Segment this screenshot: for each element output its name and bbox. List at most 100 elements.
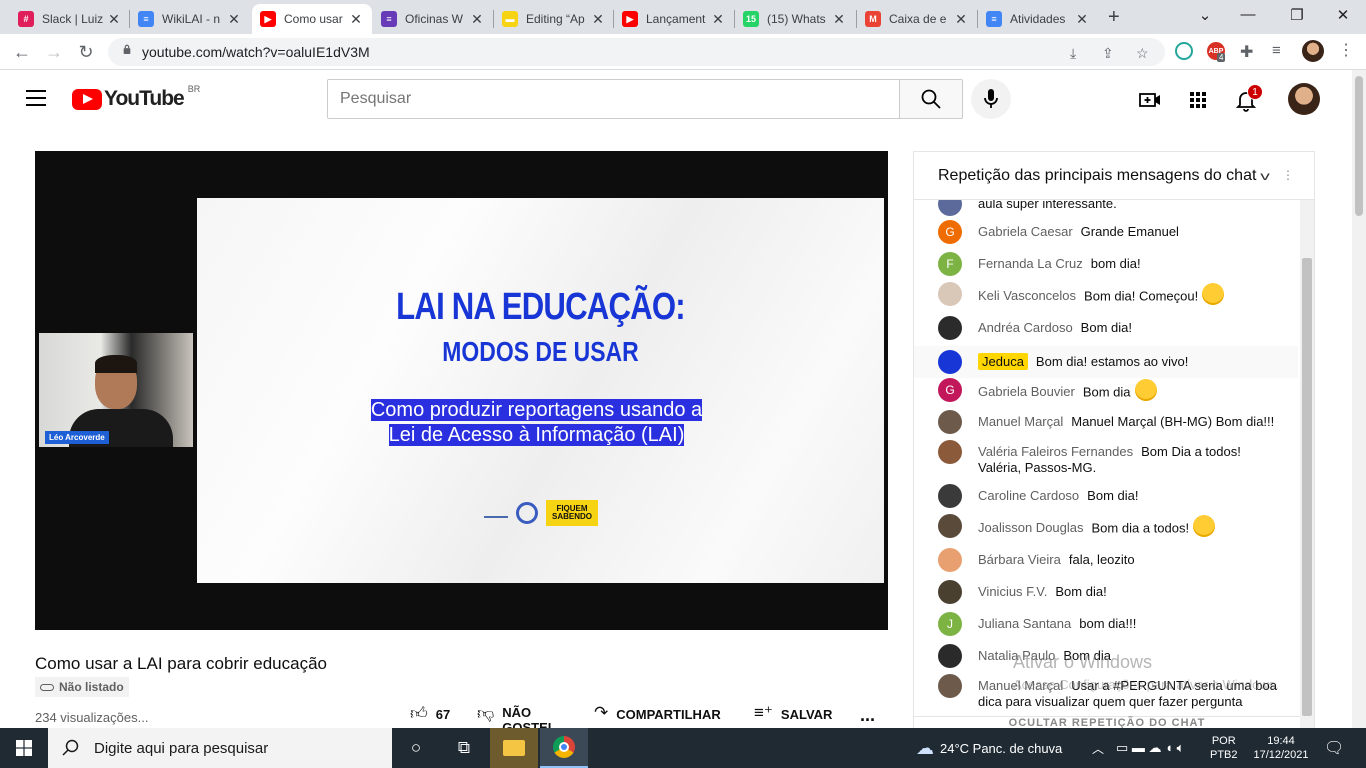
chat-message[interactable]: Vinicius F.V. Bom dia! — [914, 580, 1298, 604]
chat-author-name[interactable]: Valéria Faleiros Fernandes — [978, 444, 1133, 459]
chat-author-avatar[interactable] — [938, 580, 962, 604]
clock[interactable]: 19:44 17/12/2021 — [1250, 728, 1312, 768]
chat-message[interactable]: aula super interessante. — [914, 200, 1298, 216]
minimize-button[interactable]: — — [1233, 6, 1263, 23]
new-tab-button[interactable]: + — [1108, 6, 1120, 29]
chat-message[interactable]: Bárbara Vieira fala, leozito — [914, 548, 1298, 572]
chat-scrollbar-thumb[interactable] — [1302, 258, 1312, 716]
file-explorer-icon[interactable] — [490, 728, 538, 768]
create-video-icon[interactable] — [1138, 88, 1162, 112]
taskbar-search-box[interactable]: Digite aqui para pesquisar — [48, 728, 392, 768]
chat-message[interactable]: Valéria Faleiros Fernandes Bom Dia a todo… — [914, 440, 1298, 476]
tab-close-icon[interactable]: ✕ — [953, 11, 969, 28]
chat-author-name[interactable]: Manuel Marçal — [978, 414, 1063, 429]
page-scrollbar[interactable] — [1352, 70, 1366, 728]
input-language-indicator[interactable]: POR PTB2 — [1210, 728, 1238, 768]
video-player[interactable]: LAI NA EDUCAÇÃO: MODOS DE USAR Como prod… — [35, 151, 888, 630]
more-actions-button[interactable]: ... — [860, 705, 875, 726]
view-count[interactable]: 234 visualizações... — [35, 710, 148, 725]
chat-header-title[interactable]: Repetição das principais mensagens do ch… — [938, 167, 1256, 185]
extension-icon[interactable] — [1175, 42, 1193, 60]
media-control-icon[interactable]: ≡ — [1272, 42, 1281, 59]
browser-tab[interactable]: ≡ WikiLAI - n ✕ — [130, 4, 250, 34]
chat-message[interactable]: Caroline Cardoso Bom dia! — [914, 484, 1298, 508]
tab-close-icon[interactable]: ✕ — [710, 11, 726, 28]
page-scrollbar-thumb[interactable] — [1355, 76, 1363, 216]
chat-author-name[interactable]: Gabriela Bouvier — [978, 384, 1075, 399]
chat-header[interactable]: Repetição das principais mensagens do ch… — [914, 152, 1314, 200]
chat-author-name[interactable]: Andréa Cardoso — [978, 320, 1073, 335]
share-button[interactable]: ↷ COMPARTILHAR — [594, 703, 721, 725]
bookmark-star-icon[interactable]: ☆ — [1136, 45, 1149, 62]
chat-author-name[interactable]: Bárbara Vieira — [978, 552, 1061, 567]
share-icon[interactable]: ⇪ — [1102, 45, 1114, 62]
browser-tab[interactable]: # Slack | Luiz ✕ — [10, 4, 130, 34]
tab-close-icon[interactable]: ✕ — [106, 11, 122, 28]
chat-message[interactable]: F Fernanda La Cruz bom dia! — [914, 252, 1298, 276]
chat-author-name[interactable]: Gabriela Caesar — [978, 224, 1073, 239]
show-hidden-icons-button[interactable]: ︿ — [1092, 728, 1104, 768]
tab-close-icon[interactable]: ✕ — [348, 11, 364, 28]
chevron-down-icon[interactable]: v — [1261, 169, 1271, 183]
task-view-icon[interactable]: ⧉ — [440, 728, 488, 768]
tab-close-icon[interactable]: ✕ — [831, 11, 847, 28]
chat-author-name[interactable]: Vinicius F.V. — [978, 584, 1047, 599]
menu-icon[interactable] — [26, 90, 46, 106]
lock-icon[interactable] — [122, 44, 132, 54]
save-button[interactable]: ≡⁺ SALVAR — [754, 703, 832, 725]
chat-author-avatar[interactable] — [938, 316, 962, 340]
browser-tab[interactable]: ≡ Oficinas W ✕ — [373, 4, 493, 34]
tab-close-icon[interactable]: ✕ — [469, 11, 485, 28]
tab-close-icon[interactable]: ✕ — [590, 11, 606, 28]
chat-author-avatar[interactable] — [938, 514, 962, 538]
browser-tab[interactable]: ≡ Atividades ✕ — [978, 4, 1098, 34]
chat-author-avatar[interactable] — [938, 674, 962, 698]
chat-author-avatar[interactable]: F — [938, 252, 962, 276]
chrome-taskbar-icon[interactable] — [540, 728, 588, 768]
voice-search-button[interactable] — [971, 79, 1011, 119]
chat-author-avatar[interactable] — [938, 350, 962, 374]
chat-message[interactable]: Joalisson Douglas Bom dia a todos! — [914, 514, 1298, 540]
url-text[interactable]: youtube.com/watch?v=oaluIE1dV3M — [142, 44, 370, 60]
tab-search-icon[interactable]: ⌄ — [1190, 6, 1220, 24]
browser-tab[interactable]: ▬ Editing “Ap ✕ — [494, 4, 614, 34]
chat-scrollbar[interactable] — [1300, 200, 1314, 730]
chat-author-avatar[interactable]: G — [938, 378, 962, 402]
chat-author-avatar[interactable] — [938, 410, 962, 434]
chat-author-avatar[interactable] — [938, 440, 962, 464]
reload-button[interactable]: ↻ — [76, 42, 96, 63]
chat-message[interactable]: G Gabriela Bouvier Bom dia — [914, 378, 1298, 404]
chat-author-name[interactable]: Joalisson Douglas — [978, 520, 1084, 535]
forward-button[interactable]: → — [44, 42, 64, 63]
chat-author-avatar[interactable]: G — [938, 220, 962, 244]
chat-message[interactable]: Keli Vasconcelos Bom dia! Começou! — [914, 282, 1298, 308]
cortana-icon[interactable]: ○ — [392, 728, 440, 768]
profile-avatar[interactable] — [1302, 40, 1324, 62]
close-window-button[interactable]: ✕ — [1328, 6, 1358, 24]
chat-more-icon[interactable]: ⋮ — [1282, 168, 1294, 182]
address-bar[interactable]: youtube.com/watch?v=oaluIE1dV3M ⤓ ⇪ ☆ — [108, 38, 1165, 66]
browser-tab[interactable]: M Caixa de e ✕ — [857, 4, 977, 34]
youtube-logo[interactable]: YouTube BR — [72, 84, 200, 111]
chat-author-avatar[interactable]: J — [938, 612, 962, 636]
chat-author-avatar[interactable] — [938, 282, 962, 306]
chat-message[interactable]: J Juliana Santana bom dia!!! — [914, 612, 1298, 636]
extensions-puzzle-icon[interactable]: ✚ — [1240, 42, 1253, 62]
apps-grid-icon[interactable] — [1186, 88, 1210, 112]
chat-author-name[interactable]: Juliana Santana — [978, 616, 1071, 631]
browser-menu-icon[interactable]: ⋮ — [1338, 40, 1354, 60]
user-avatar[interactable] — [1288, 83, 1320, 115]
browser-tab[interactable]: ▶ Lançament ✕ — [614, 4, 734, 34]
chat-author-name[interactable]: Jeduca — [978, 353, 1028, 370]
dislike-button[interactable]: 👎︎ NÃO GOSTEI — [477, 705, 567, 728]
chat-author-avatar[interactable] — [938, 200, 962, 216]
chat-message[interactable]: Manuel Marçal Manuel Marçal (BH-MG) Bom d… — [914, 410, 1298, 434]
chat-author-name[interactable]: Caroline Cardoso — [978, 488, 1079, 503]
browser-tab[interactable]: ▶ Como usar ✕ — [252, 4, 372, 34]
search-button[interactable] — [899, 79, 963, 119]
browser-tab[interactable]: 15 (15) Whats ✕ — [735, 4, 855, 34]
start-button[interactable] — [0, 728, 48, 768]
tab-close-icon[interactable]: ✕ — [1074, 11, 1090, 28]
chat-author-name[interactable]: Keli Vasconcelos — [978, 288, 1076, 303]
tab-close-icon[interactable]: ✕ — [226, 11, 242, 28]
